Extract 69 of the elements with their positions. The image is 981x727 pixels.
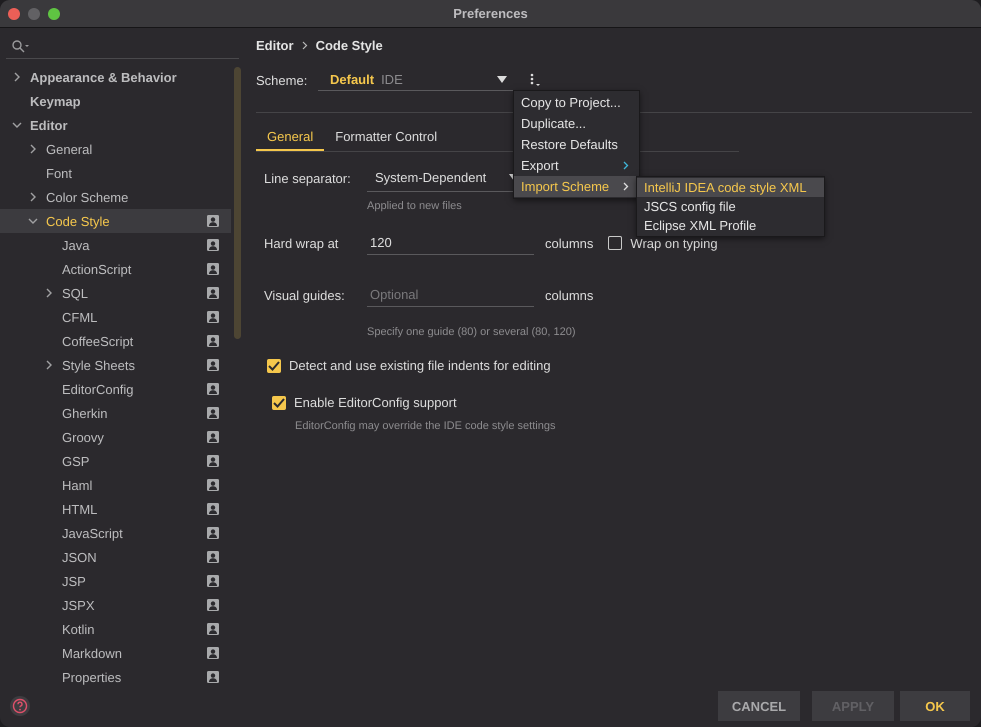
checkbox-label[interactable]: Detect and use existing file indents for editing xyxy=(289,358,551,373)
hint-text: Specify one guide (80) or several (80, 120) xyxy=(367,326,576,338)
more-icon xyxy=(529,73,541,87)
hint-text: EditorConfig may override the IDE code style settings xyxy=(295,420,556,432)
tree-item[interactable]: JSON xyxy=(0,545,231,569)
search-icon xyxy=(11,39,29,53)
tree-item[interactable]: Keymap xyxy=(0,89,231,113)
tree-item[interactable]: GSP xyxy=(0,449,231,473)
chevron-right-icon xyxy=(302,40,308,50)
tree-item[interactable]: Style Sheets xyxy=(0,353,231,377)
tree-item[interactable]: JSP xyxy=(0,569,231,593)
tree-item[interactable]: Kotlin xyxy=(0,617,231,641)
help-icon[interactable] xyxy=(10,696,30,716)
tree-item[interactable]: JavaScript xyxy=(0,521,231,545)
more-button[interactable] xyxy=(529,73,541,87)
close-button[interactable] xyxy=(8,8,20,20)
field-label: Hard wrap at xyxy=(264,236,340,250)
checkbox-label[interactable]: Enable EditorConfig support xyxy=(294,395,457,410)
check-icon xyxy=(268,360,280,370)
unit-label: columns xyxy=(545,288,594,302)
tree-item[interactable]: Color Scheme xyxy=(0,185,231,209)
tree-item[interactable]: Java xyxy=(0,233,231,257)
ok-button[interactable]: OK xyxy=(900,691,970,721)
tree-item[interactable]: Gherkin xyxy=(0,401,231,425)
tree-item[interactable]: CoffeeScript xyxy=(0,329,231,353)
breadcrumb-item[interactable]: Code Style xyxy=(316,38,383,52)
tree-item[interactable]: Font xyxy=(0,161,231,185)
tree-item[interactable]: SQL xyxy=(0,281,231,305)
scrollbar[interactable] xyxy=(234,67,241,339)
scheme-dropdown[interactable]: Default IDE xyxy=(318,69,515,91)
tree-item[interactable]: CFML xyxy=(0,305,231,329)
checkbox[interactable] xyxy=(267,358,281,372)
hint-text: Applied to new files xyxy=(367,200,462,212)
tree-item[interactable]: Code Style xyxy=(0,209,231,233)
tree-item[interactable]: Markdown xyxy=(0,641,231,665)
tree-item[interactable]: Haml xyxy=(0,473,231,497)
cancel-button[interactable]: CANCEL xyxy=(718,691,800,721)
checkbox[interactable] xyxy=(272,396,286,410)
menu-item[interactable]: Restore Defaults xyxy=(514,134,639,155)
tree-item[interactable]: JSPX xyxy=(0,593,231,617)
field-label: Line separator: xyxy=(264,170,352,186)
tab[interactable]: General xyxy=(256,125,324,151)
tree-item[interactable]: EditorConfig xyxy=(0,377,231,401)
field-label: Scheme: xyxy=(256,72,308,88)
menu-item[interactable]: IntelliJ IDEA code style XML xyxy=(637,178,824,197)
tab[interactable]: Formatter Control xyxy=(324,125,448,151)
input-field[interactable]: Optional xyxy=(367,283,534,307)
unit-label: columns xyxy=(545,236,594,250)
checkbox[interactable] xyxy=(608,236,622,250)
caret-down-icon xyxy=(497,76,507,83)
tree-item[interactable]: Editor xyxy=(0,113,231,137)
tree-item[interactable]: Properties xyxy=(0,665,231,689)
checkbox-label[interactable]: Wrap on typing xyxy=(630,236,718,250)
input-field[interactable]: 120 xyxy=(367,231,534,255)
window-title: Preferences xyxy=(452,6,529,21)
menu-item[interactable]: Duplicate... xyxy=(514,113,639,134)
menu-item[interactable]: Eclipse XML Profile xyxy=(637,216,824,235)
zoom-button[interactable] xyxy=(48,8,60,20)
check-icon xyxy=(273,398,285,408)
tree-item[interactable]: HTML xyxy=(0,497,231,521)
tree-item[interactable]: Groovy xyxy=(0,425,231,449)
menu-item[interactable]: Copy to Project... xyxy=(514,92,639,113)
menu-item[interactable]: Import Scheme xyxy=(514,176,639,197)
tree-item[interactable]: General xyxy=(0,137,231,161)
tree-item[interactable]: ActionScript xyxy=(0,257,231,281)
field-label: Visual guides: xyxy=(264,288,346,302)
tree-item[interactable]: Appearance & Behavior xyxy=(0,65,231,89)
menu-item[interactable]: JSCS config file xyxy=(637,197,824,216)
breadcrumb-item[interactable]: Editor xyxy=(256,38,294,52)
